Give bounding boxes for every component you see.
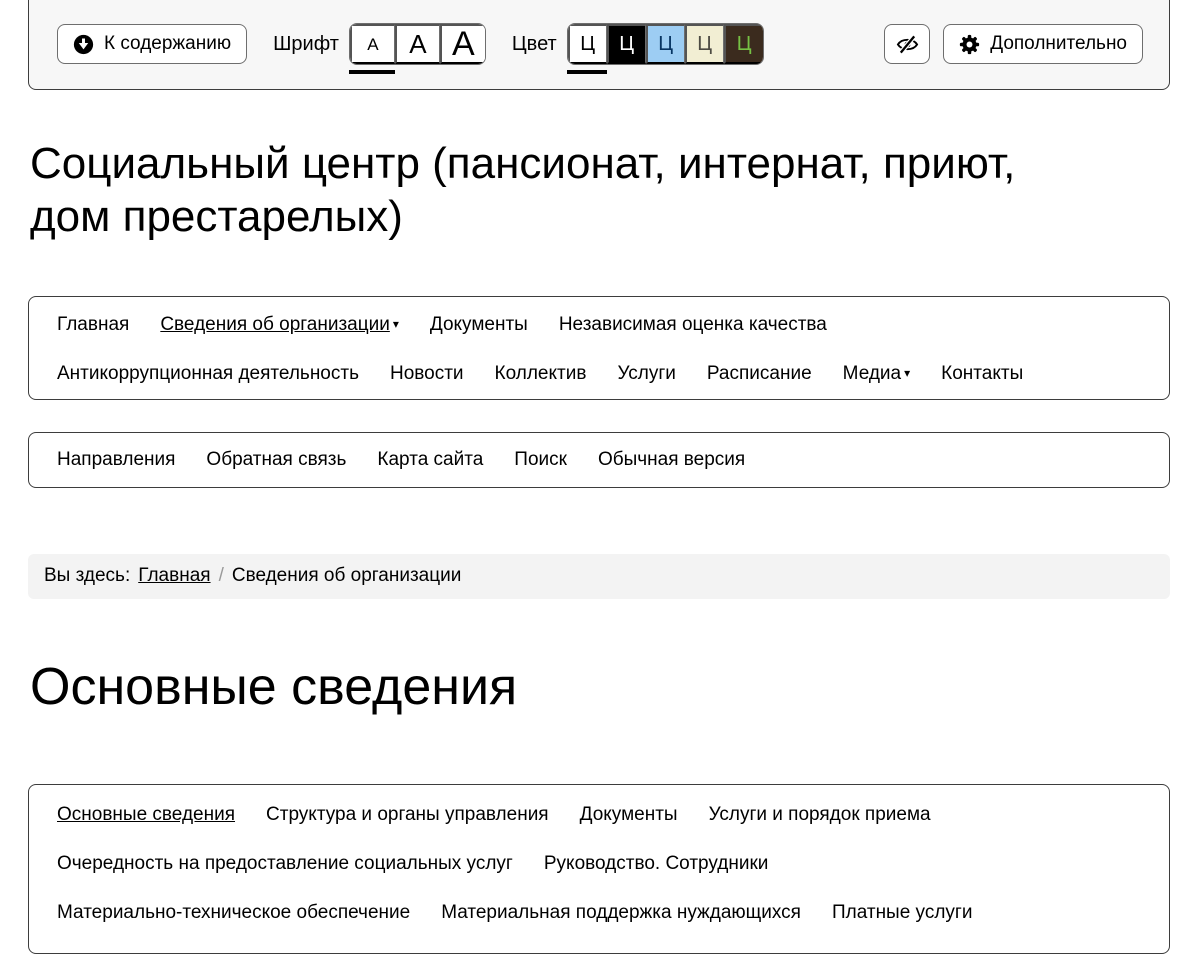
section-nav-item-documents[interactable]: Документы [580,791,678,840]
gear-icon [959,34,980,55]
color-scheme-black-button[interactable]: Ц [607,24,646,64]
nav-item-home[interactable]: Главная [57,301,129,350]
nav-item-search[interactable]: Поиск [514,433,567,488]
main-nav: Главная Сведения об организации▾ Докумен… [28,296,1170,400]
nav-item-quality-assessment[interactable]: Независимая оценка качества [559,301,827,350]
nav-item-normal-version[interactable]: Обычная версия [598,433,745,488]
nav-item-feedback[interactable]: Обратная связь [206,433,346,488]
nav-item-media[interactable]: Медиа▾ [843,350,911,399]
chevron-down-icon: ▾ [393,317,399,331]
font-size-medium-button[interactable]: А [395,24,440,64]
section-nav: Основные сведения Структура и органы упр… [28,784,1170,954]
nav-item-sitemap[interactable]: Карта сайта [377,433,483,488]
font-size-large-button[interactable]: А [440,24,485,64]
section-nav-item-material-technical[interactable]: Материально-техническое обеспечение [57,889,410,938]
section-nav-item-admission[interactable]: Услуги и порядок приема [709,791,931,840]
color-label: Цвет [512,33,557,56]
nav-item-documents[interactable]: Документы [430,301,528,350]
color-scheme-white-button[interactable]: Ц [568,24,607,64]
site-title: Социальный центр (пансионат, интернат, п… [30,138,1020,244]
nav-item-directions[interactable]: Направления [57,433,175,488]
font-size-selected-indicator [349,70,395,74]
nav-item-staff[interactable]: Коллектив [495,350,587,399]
chevron-down-icon: ▾ [904,366,910,380]
toolbar-right-group: Дополнительно [884,24,1143,64]
more-settings-button[interactable]: Дополнительно [943,24,1143,64]
section-nav-item-queue[interactable]: Очередность на предоставление социальных… [57,840,513,889]
to-content-button[interactable]: К содержанию [57,24,247,64]
circle-arrow-down-icon [73,34,94,55]
nav-item-anticorruption[interactable]: Антикоррупционная деятельность [57,350,359,399]
color-scheme-beige-button[interactable]: Ц [685,24,724,64]
section-nav-item-management[interactable]: Руководство. Сотрудники [544,840,769,889]
section-nav-item-structure[interactable]: Структура и органы управления [266,791,549,840]
nav-item-schedule[interactable]: Расписание [707,350,812,399]
toggle-images-button[interactable] [884,24,930,64]
section-nav-item-basic-info[interactable]: Основные сведения [57,791,235,840]
nav-item-services[interactable]: Услуги [617,350,675,399]
nav-item-news[interactable]: Новости [390,350,464,399]
breadcrumb-separator: / [219,565,224,587]
font-label: Шрифт [273,33,339,56]
breadcrumb-prefix: Вы здесь: [44,565,130,587]
breadcrumb-home-link[interactable]: Главная [138,565,210,587]
section-nav-item-paid-services[interactable]: Платные услуги [832,889,973,938]
accessibility-toolbar: К содержанию Шрифт А А А Цвет Ц Ц Ц Ц Ц [28,0,1170,90]
nav-item-org-info[interactable]: Сведения об организации▾ [160,301,399,350]
breadcrumb: Вы здесь: Главная / Сведения об организа… [28,554,1170,599]
more-settings-label: Дополнительно [990,33,1127,55]
nav-item-contacts[interactable]: Контакты [941,350,1023,399]
eye-slash-icon [894,33,921,56]
color-scheme-group: Ц Ц Ц Ц Ц [567,23,764,65]
page-title: Основные сведения [30,655,1170,720]
color-scheme-selected-indicator [567,70,607,74]
to-content-label: К содержанию [104,33,231,55]
breadcrumb-current: Сведения об организации [232,565,462,587]
color-scheme-blue-button[interactable]: Ц [646,24,685,64]
font-size-small-button[interactable]: А [350,24,395,64]
color-scheme-brown-button[interactable]: Ц [724,24,763,64]
secondary-nav: Направления Обратная связь Карта сайта П… [28,432,1170,488]
section-nav-item-material-support[interactable]: Материальная поддержка нуждающихся [441,889,801,938]
font-size-group: А А А [349,23,486,65]
